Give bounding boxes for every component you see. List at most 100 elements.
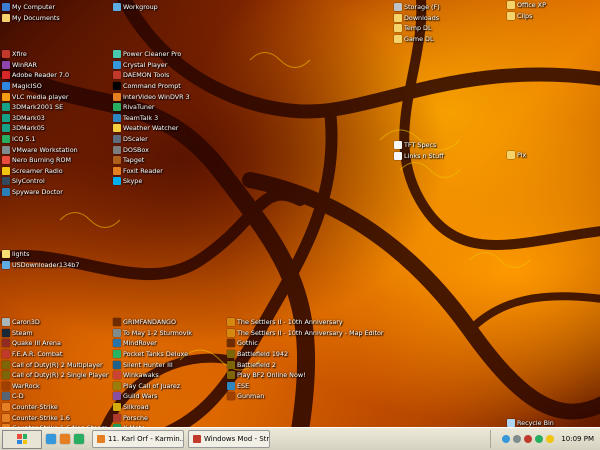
desktop-icon-my-computer[interactable]: My Computer <box>2 2 60 13</box>
taskbar-button-winamp[interactable]: 11. Karl Orf - Karmin... <box>92 430 184 448</box>
network-icon <box>113 3 121 12</box>
desktop-icon-quake3[interactable]: Quake III Arena <box>2 338 109 349</box>
desktop-icon-cod2-mp[interactable]: Call of Duty(R) 2 Multiplayer <box>2 359 109 370</box>
desktop-icon-rivatuner[interactable]: RivaTuner <box>113 102 190 113</box>
desktop-icon-crystal-player[interactable]: Crystal Player <box>113 60 190 71</box>
desktop-icon-fear-combat[interactable]: F.E.A.R. Combat <box>2 349 109 360</box>
desktop-icon-vmware[interactable]: VMware Workstation <box>2 144 78 155</box>
media-icon[interactable] <box>74 434 84 444</box>
desktop-icon-settlers2[interactable]: The Settlers II - 10th Anniversary <box>227 317 384 328</box>
desktop-icon-storage-f[interactable]: Storage (F) <box>394 2 440 13</box>
desktop-icon-slycontrol[interactable]: SlyControl <box>2 176 78 187</box>
desktop-icon-ese[interactable]: ESE <box>227 381 384 392</box>
desktop-icon-winkawaks[interactable]: Winkawaks <box>113 370 192 381</box>
desktop-icon-counter-strike-16[interactable]: Counter-Strike 1.6 <box>2 412 109 423</box>
desktop-icon-call-of-juarez[interactable]: Play Call of Juarez <box>113 381 192 392</box>
desktop-icon-counter-strike[interactable]: Counter-Strike <box>2 402 109 413</box>
desktop-icon-cod2-sp[interactable]: Call of Duty(R) 2 Single Player <box>2 370 109 381</box>
desktop-icon-adobe-reader[interactable]: Adobe Reader 7.0 <box>2 70 78 81</box>
folder-icon <box>2 13 10 22</box>
desktop-icon-settlers2-editor[interactable]: The Settlers II - 10th Anniversary - Map… <box>227 328 384 339</box>
desktop-icon-winrar[interactable]: WinRAR <box>2 60 78 71</box>
desktop-icon-tft-specs[interactable]: TFT Specs <box>394 140 444 151</box>
desktop-icon-clips[interactable]: Clips <box>507 11 546 22</box>
desktop-icon-vlc[interactable]: VLC media player <box>2 91 78 102</box>
chat-tray-icon[interactable] <box>546 435 555 443</box>
desktop-icon-teamtalk[interactable]: TeamTalk 3 <box>113 113 190 124</box>
desktop-icon-magiciso[interactable]: MagicISO <box>2 81 78 92</box>
desktop-icon-3dmark2001[interactable]: 3DMark2001 SE <box>2 102 78 113</box>
desktop-icon-nero[interactable]: Nero Burning ROM <box>2 155 78 166</box>
security-tray-icon[interactable] <box>524 435 533 443</box>
desktop-icon-temp-dl[interactable]: Temp DL <box>394 23 440 34</box>
desktop-icon-icq[interactable]: ICQ 5.1 <box>2 134 78 145</box>
desktop-icon-foxit[interactable]: Foxit Reader <box>113 166 190 177</box>
desktop-icon-3dmark05[interactable]: 3DMark05 <box>2 123 78 134</box>
desktop-icon-xfire[interactable]: Xfire <box>2 49 78 60</box>
desktop-icon-screamer-radio[interactable]: Screamer Radio <box>2 166 78 177</box>
desktop-icon-windvr[interactable]: InterVideo WinDVR 3 <box>113 91 190 102</box>
desktop-icon-gunman[interactable]: Gunman <box>227 391 384 402</box>
desktop-icon-warrock[interactable]: WarRock <box>2 381 109 392</box>
shield-icon <box>2 188 10 197</box>
game-icon <box>227 318 235 327</box>
desktop-column-1-top: My Computer My Documents <box>2 2 60 23</box>
desktop-icon-c-d[interactable]: C-D <box>2 391 109 402</box>
game-icon <box>2 371 10 380</box>
desktop-column-4-mid: TFT Specs Links n Stuff <box>394 140 444 161</box>
desktop-icon-dscaler[interactable]: DScaler <box>113 134 190 145</box>
desktop-icon-links-n-stuff[interactable]: Links n Stuff <box>394 151 444 162</box>
app-icon <box>113 103 121 112</box>
tank-icon <box>113 350 121 359</box>
desktop-icon-bf2-online[interactable]: Play BF2 Online Now! <box>227 370 384 381</box>
desktop-icon-lights[interactable]: lights <box>2 249 79 260</box>
start-button[interactable] <box>2 429 42 449</box>
desktop-icon-guild-wars[interactable]: Guild Wars <box>113 391 192 402</box>
desktop-icon-game-dl[interactable]: Game DL <box>394 34 440 45</box>
desktop-icon-silent-hunter[interactable]: Silent Hunter III <box>113 359 192 370</box>
desktop-icon-downloads[interactable]: Downloads <box>394 13 440 24</box>
desktop-icon-gothic[interactable]: Gothic <box>227 338 384 349</box>
desktop-icon-steam[interactable]: Steam <box>2 328 109 339</box>
desktop-icon-3dmark03[interactable]: 3DMark03 <box>2 113 78 124</box>
desktop-icon-porsche[interactable]: Porsche <box>113 412 192 423</box>
desktop-icon-spyware-doctor[interactable]: Spyware Doctor <box>2 187 78 198</box>
desktop-icon-caron3d[interactable]: Caron3D <box>2 317 109 328</box>
desktop-icon-skype[interactable]: Skype <box>113 176 190 187</box>
desktop-icon-usdownloader[interactable]: USDownloader134b7 <box>2 260 79 271</box>
document-icon <box>394 141 402 150</box>
desktop-icon-bf1942[interactable]: Battlefield 1942 <box>227 349 384 360</box>
game-icon <box>113 339 121 348</box>
desktop-icon-command-prompt[interactable]: Command Prompt <box>113 81 190 92</box>
desktop-icon-tapget[interactable]: Tapget <box>113 155 190 166</box>
cs-icon <box>2 413 10 422</box>
desktop-icon-sturmovik[interactable]: To May 1-2 Sturmovik <box>113 328 192 339</box>
terminal-icon <box>113 82 121 91</box>
desktop-icon-weather-watcher[interactable]: Weather Watcher <box>113 123 190 134</box>
desktop-icon-workgroup[interactable]: Workgroup <box>113 2 158 13</box>
volume-tray-icon[interactable] <box>513 435 522 443</box>
desktop-icon-bf2[interactable]: Battlefield 2 <box>227 359 384 370</box>
firefox-icon[interactable] <box>60 434 70 444</box>
desktop-icon-power-cleaner[interactable]: Power Cleaner Pro <box>113 49 190 60</box>
system-clock[interactable]: 10:09 PM <box>561 435 594 443</box>
desktop-icon-dosbox[interactable]: DOSBox <box>113 144 190 155</box>
desktop-icon-pix[interactable]: Pix <box>507 150 526 161</box>
desktop-icon-mindrover[interactable]: MindRover <box>113 338 192 349</box>
game-icon <box>113 392 121 401</box>
taskbar-button-opera[interactable]: Windows Mod - Stra... <box>188 430 270 448</box>
game-icon <box>227 360 235 369</box>
desktop-icon-my-documents[interactable]: My Documents <box>2 13 60 24</box>
winrar-icon <box>2 60 10 69</box>
desktop-icon-daemon-tools[interactable]: DAEMON Tools <box>113 70 190 81</box>
network-tray-icon[interactable] <box>502 435 511 443</box>
desktop-icon-silkroad[interactable]: Silkroad <box>113 402 192 413</box>
app-icon <box>2 177 10 186</box>
desktop-icon-grimfandango[interactable]: GRIMFANDANGO <box>113 317 192 328</box>
desktop-icon-pocket-tanks[interactable]: Pocket Tanks Deluxe <box>113 349 192 360</box>
av-tray-icon[interactable] <box>535 435 544 443</box>
benchmark-icon <box>2 113 10 122</box>
desktop-icon[interactable] <box>46 434 56 444</box>
game-icon <box>2 360 10 369</box>
desktop-icon-office-xp[interactable]: Office XP <box>507 0 546 11</box>
